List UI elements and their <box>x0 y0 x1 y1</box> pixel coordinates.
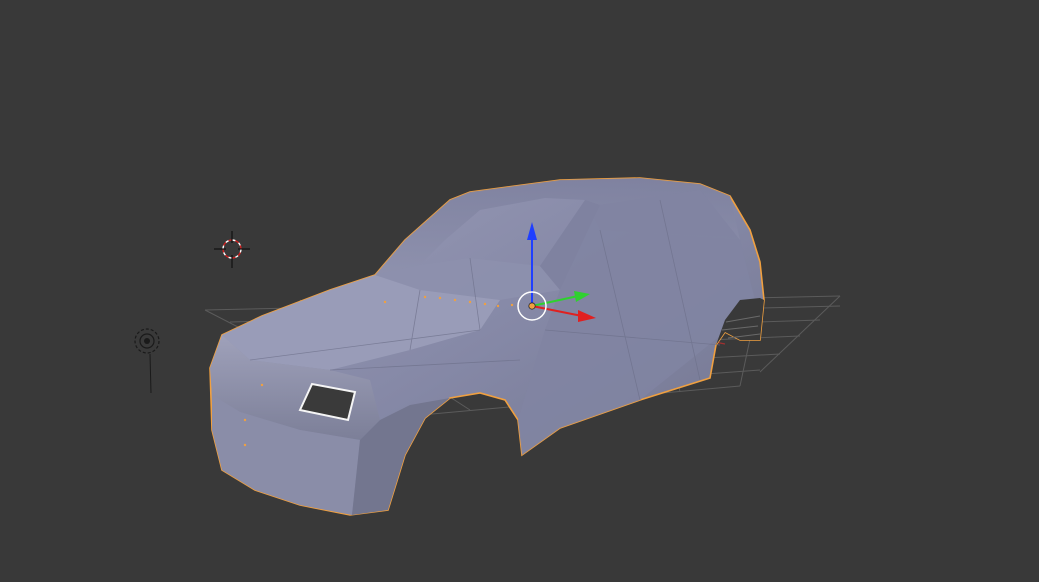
car-body-mesh[interactable] <box>209 177 765 516</box>
3d-cursor[interactable] <box>214 231 250 268</box>
object-origin <box>528 302 536 310</box>
3d-viewport[interactable] <box>0 0 1039 582</box>
lamp-object[interactable] <box>134 328 160 394</box>
viewport-canvas[interactable] <box>0 0 1039 582</box>
